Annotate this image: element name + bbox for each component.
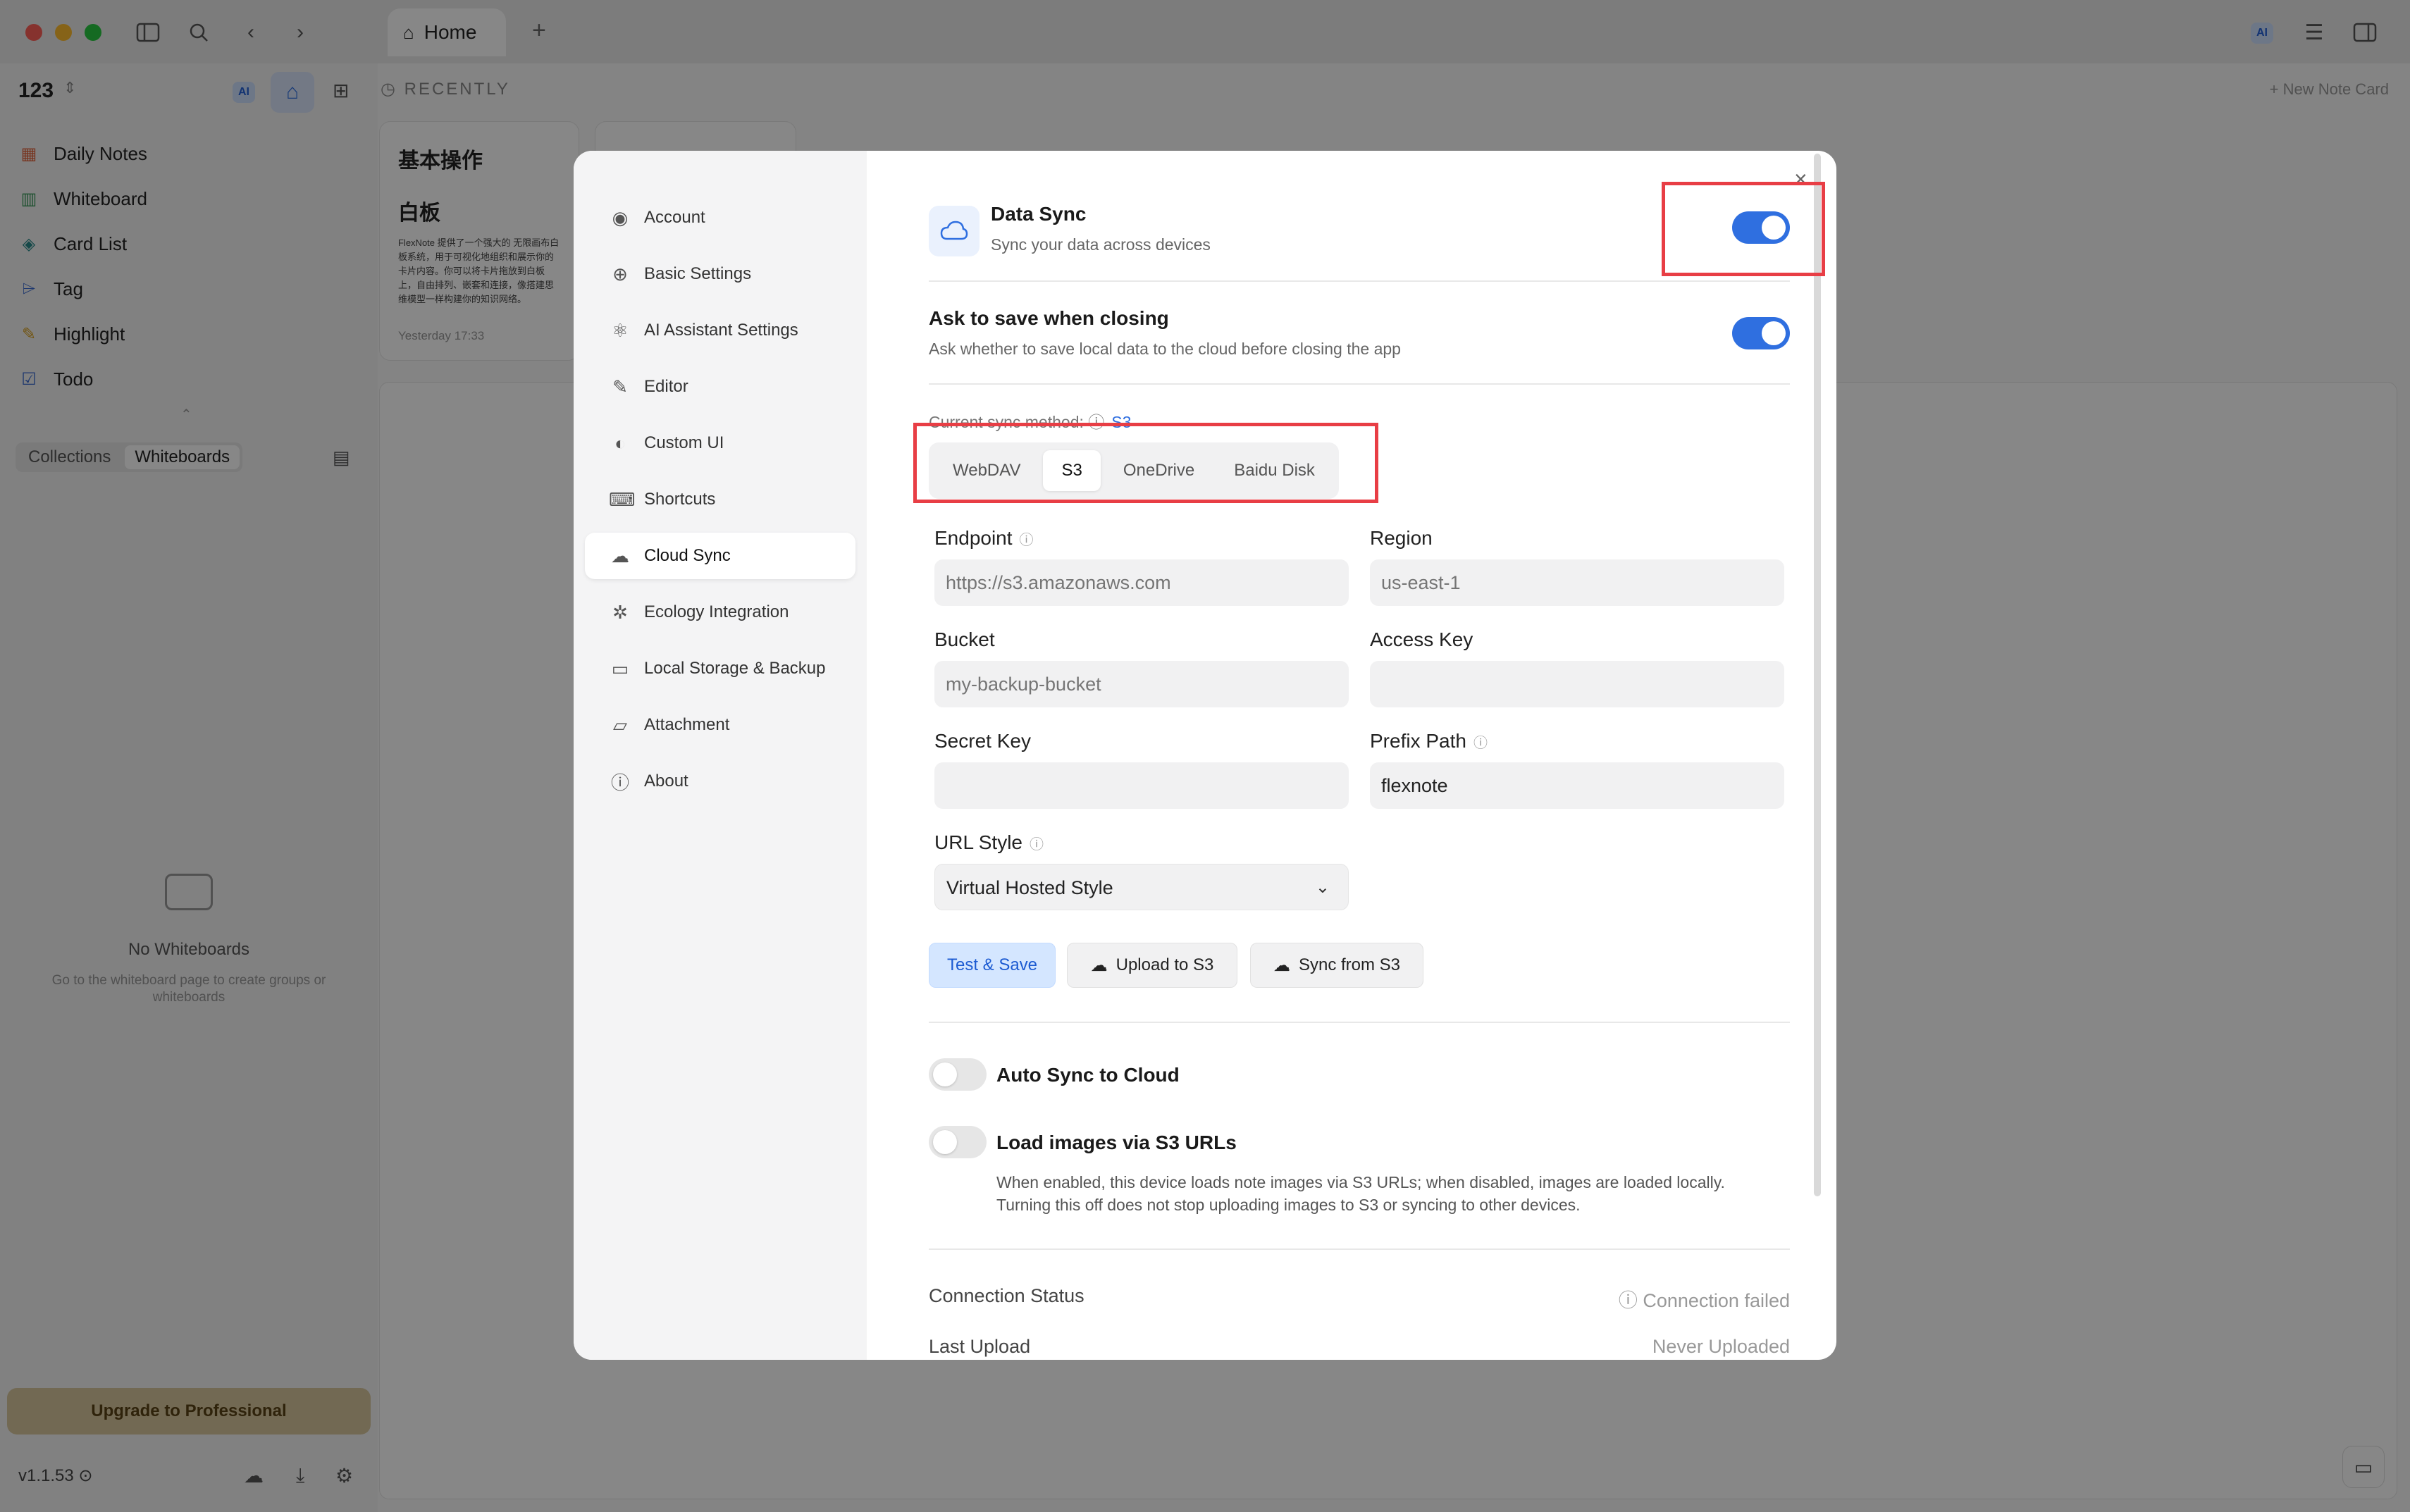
url-style-value: Virtual Hosted Style [946, 877, 1113, 898]
nav-label: Editor [644, 377, 688, 396]
nav-editor[interactable]: ✎ Editor [585, 364, 855, 410]
sync-from-label: Sync from S3 [1298, 955, 1401, 974]
data-sync-title: Data Sync [991, 203, 1087, 225]
divider [929, 383, 1790, 385]
connection-status-text: Connection failed [1643, 1290, 1790, 1311]
nav-about[interactable]: ⓘ About [585, 758, 855, 805]
nav-label: Account [644, 208, 705, 227]
load-images-toggle[interactable] [929, 1126, 987, 1158]
bucket-label: Bucket [934, 628, 995, 650]
info-icon: ⓘ [1030, 837, 1044, 853]
connection-status-value: ⓘ Connection failed [1619, 1285, 1790, 1313]
ai-atom-icon: ⚛ [612, 319, 629, 341]
ask-save-row: Ask to save when closing Ask whether to … [929, 307, 1790, 359]
upload-label: Upload to S3 [1116, 955, 1214, 974]
divider [929, 1248, 1790, 1250]
prefix-path-input[interactable] [1370, 762, 1784, 809]
nav-shortcuts[interactable]: ⌨ Shortcuts [585, 476, 855, 523]
cloud-icon [929, 206, 980, 256]
endpoint-label: Endpoint ⓘ [934, 527, 1034, 550]
ask-save-subtitle: Ask whether to save local data to the cl… [929, 340, 1401, 358]
info-icon: ⓘ [1618, 1290, 1638, 1311]
cloud-download-icon: ☁ [1273, 955, 1290, 975]
nav-label: Basic Settings [644, 264, 752, 283]
cloud-upload-icon: ☁ [1090, 955, 1108, 975]
secret-key-label: Secret Key [934, 730, 1031, 752]
nav-cloud-sync[interactable]: ☁ Cloud Sync [585, 533, 855, 579]
info-icon: ⓘ [1473, 736, 1488, 751]
nav-label: Attachment [644, 715, 730, 734]
url-style-select[interactable]: Virtual Hosted Style ⌄ [934, 864, 1349, 910]
sync-from-s3-button[interactable]: ☁ Sync from S3 [1250, 943, 1423, 988]
settings-nav: ◉ Account ⊕ Basic Settings ⚛ AI Assistant S… [574, 151, 867, 1360]
nav-label: About [644, 772, 688, 791]
edit-icon: ✎ [612, 376, 628, 397]
nav-label: Custom UI [644, 433, 724, 452]
upload-to-s3-button[interactable]: ☁ Upload to S3 [1067, 943, 1237, 988]
nav-label: Ecology Integration [644, 602, 789, 621]
highlight-box-sync-methods [913, 423, 1378, 503]
folder-icon: ▱ [613, 714, 627, 736]
auto-sync-label: Auto Sync to Cloud [996, 1064, 1180, 1086]
info-icon: ⓘ [610, 772, 629, 793]
ask-save-toggle[interactable] [1732, 317, 1790, 349]
region-input[interactable] [1370, 559, 1784, 606]
data-sync-subtitle: Sync your data across devices [991, 235, 1211, 254]
divider [929, 1022, 1790, 1023]
highlight-box-data-sync-toggle [1662, 182, 1825, 276]
nav-local-storage[interactable]: ▭ Local Storage & Backup [585, 645, 855, 692]
access-key-label: Access Key [1370, 628, 1473, 650]
chevron-down-icon: ⌄ [1315, 878, 1330, 897]
divider [929, 280, 1790, 282]
data-sync-row: Data Sync Sync your data across devices [991, 203, 1625, 254]
secret-key-input[interactable] [934, 762, 1349, 809]
url-style-label-text: URL Style [934, 831, 1023, 853]
endpoint-input[interactable] [934, 559, 1349, 606]
keyboard-icon: ⌨ [609, 488, 636, 510]
nav-attachment[interactable]: ▱ Attachment [585, 702, 855, 748]
region-label: Region [1370, 527, 1433, 549]
nav-ecology-integration[interactable]: ✲ Ecology Integration [585, 589, 855, 636]
nav-label: Local Storage & Backup [644, 659, 826, 678]
prefix-path-label: Prefix Path ⓘ [1370, 730, 1488, 752]
nav-basic-settings[interactable]: ⊕ Basic Settings [585, 251, 855, 297]
prefix-path-label-text: Prefix Path [1370, 730, 1466, 752]
url-style-label: URL Style ⓘ [934, 831, 1044, 854]
hard-drive-icon: ▭ [611, 657, 629, 679]
connection-status-label: Connection Status [929, 1285, 1084, 1306]
modal-scrollbar[interactable] [1814, 154, 1821, 1196]
last-upload-value: Never Uploaded [1652, 1336, 1790, 1357]
endpoint-label-text: Endpoint [934, 527, 1013, 549]
nav-ai-assistant[interactable]: ⚛ AI Assistant Settings [585, 307, 855, 354]
nav-label: AI Assistant Settings [644, 321, 798, 340]
last-upload-label: Last Upload [929, 1336, 1031, 1357]
load-images-description: When enabled, this device loads note ima… [996, 1173, 1725, 1214]
load-images-label: Load images via S3 URLs [996, 1132, 1237, 1153]
user-circle-icon: ◉ [612, 206, 629, 228]
access-key-input[interactable] [1370, 661, 1784, 707]
integration-icon: ✲ [612, 601, 628, 623]
nav-custom-ui[interactable]: ◐ Custom UI [585, 420, 855, 466]
ask-save-title: Ask to save when closing [929, 307, 1169, 329]
nav-account[interactable]: ◉ Account [585, 194, 855, 241]
palette-icon: ◐ [614, 432, 626, 454]
test-save-button[interactable]: Test & Save [929, 943, 1056, 988]
cloud-upload-icon: ☁ [611, 545, 629, 566]
nav-label: Shortcuts [644, 490, 716, 509]
globe-icon: ⊕ [612, 263, 628, 285]
nav-label: Cloud Sync [644, 546, 731, 565]
bucket-input[interactable] [934, 661, 1349, 707]
auto-sync-toggle[interactable] [929, 1058, 987, 1091]
info-icon: ⓘ [1019, 533, 1034, 548]
